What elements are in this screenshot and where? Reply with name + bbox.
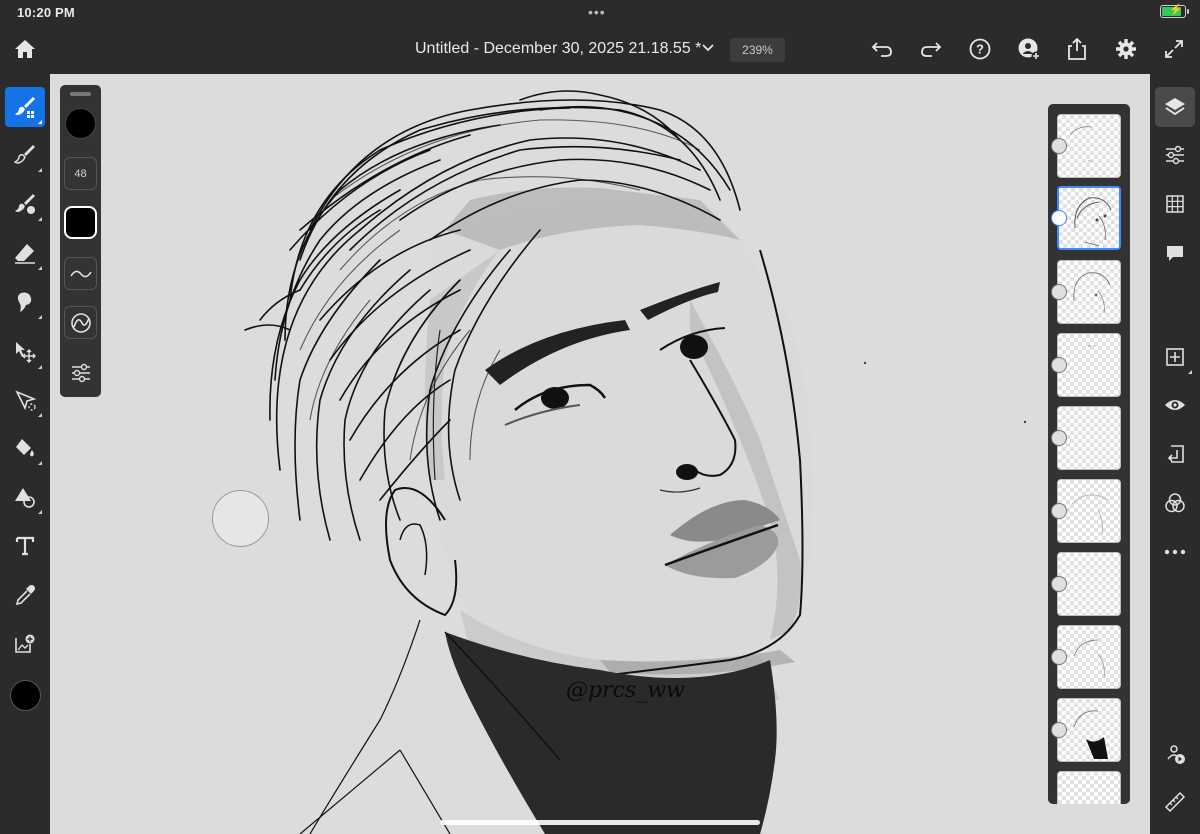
brush-tool[interactable] <box>5 87 45 127</box>
smudge-icon <box>15 194 35 214</box>
fullscreen-icon[interactable] <box>1160 35 1188 63</box>
layer-visibility-toggle[interactable] <box>1051 503 1067 519</box>
home-indicator[interactable] <box>440 820 760 825</box>
eraser-tool[interactable] <box>5 233 45 273</box>
layer-visibility-toggle[interactable] <box>1051 576 1067 592</box>
shape-tool[interactable] <box>5 477 45 517</box>
ruler-icon[interactable] <box>1155 782 1195 822</box>
right-toolbar <box>1150 74 1200 834</box>
svg-text:?: ? <box>976 42 984 57</box>
layer-visibility-toggle[interactable] <box>1051 357 1067 373</box>
paint-brush-tool[interactable] <box>5 135 45 175</box>
pixel-brush-icon <box>15 97 35 118</box>
fill-tool[interactable] <box>5 428 45 468</box>
smudge-tool[interactable] <box>5 184 45 224</box>
eraser-icon <box>15 244 35 264</box>
move-transform-tool[interactable] <box>5 332 45 372</box>
brush-size-value[interactable]: 48 <box>64 157 97 190</box>
import-icon[interactable] <box>1155 434 1195 474</box>
visibility-eye-icon[interactable] <box>1155 385 1195 425</box>
text-t-icon <box>15 536 35 556</box>
document-title[interactable]: Untitled - December 30, 2025 21.18.55 * <box>415 40 701 58</box>
redo-icon[interactable] <box>917 35 945 63</box>
settings-gear-icon[interactable] <box>1112 35 1140 63</box>
invite-icon[interactable] <box>1014 35 1044 63</box>
layer-thumbnail[interactable] <box>1057 771 1121 804</box>
eyedropper-tool[interactable] <box>5 575 45 615</box>
more-icon[interactable] <box>1155 532 1195 572</box>
current-color-swatch[interactable] <box>10 680 41 711</box>
artwork <box>244 90 1027 834</box>
status-bar: 10:20 PM ••• ⚡ <box>0 0 1200 24</box>
comments-icon[interactable] <box>1155 233 1195 273</box>
help-icon[interactable]: ? <box>966 35 994 63</box>
smoothing-curve-icon[interactable] <box>64 257 97 290</box>
layer-visibility-toggle[interactable] <box>1051 284 1067 300</box>
status-time: 10:20 PM <box>17 5 75 20</box>
brush-settings-sliders-icon[interactable] <box>64 356 97 389</box>
layer-visibility-toggle[interactable] <box>1051 649 1067 665</box>
ellipsis-icon[interactable]: ••• <box>588 4 606 20</box>
brush-cursor <box>212 490 269 547</box>
share-icon[interactable] <box>1063 35 1091 63</box>
selection-tool[interactable] <box>5 380 45 420</box>
chevron-down-icon[interactable] <box>698 38 718 58</box>
shapes-icon <box>15 488 35 508</box>
panel-grip-handle[interactable] <box>70 92 91 96</box>
paint-bucket-icon <box>16 439 34 457</box>
canvas-watermark: @prcs_ww <box>566 678 685 703</box>
layer-visibility-toggle[interactable] <box>1051 430 1067 446</box>
move-icon <box>16 342 36 363</box>
place-image-tool[interactable] <box>5 624 45 664</box>
selection-icon <box>15 390 37 411</box>
undo-icon[interactable] <box>868 35 896 63</box>
add-layer-icon[interactable] <box>1155 337 1195 377</box>
fresco-app: 10:20 PM ••• ⚡ Untitled - December 30, 2… <box>0 0 1200 834</box>
adjustments-icon[interactable] <box>1155 135 1195 175</box>
charging-bolt-icon: ⚡ <box>1169 4 1183 16</box>
grid-icon[interactable] <box>1155 184 1195 224</box>
paint-brush-icon <box>13 145 35 164</box>
eyedropper-icon <box>15 585 35 606</box>
layer-visibility-toggle[interactable] <box>1051 722 1067 738</box>
drawing-canvas[interactable] <box>50 74 1150 834</box>
zoom-level[interactable]: 239% <box>730 38 785 62</box>
layers-panel <box>1048 104 1130 804</box>
left-toolbar <box>0 74 50 834</box>
remove-background-icon[interactable] <box>1155 734 1195 774</box>
blend-mode-icon[interactable] <box>1155 483 1195 523</box>
place-image-icon <box>15 634 35 653</box>
top-bar: Untitled - December 30, 2025 21.18.55 * … <box>0 24 1200 74</box>
layers-icon[interactable] <box>1155 87 1195 127</box>
home-icon[interactable] <box>10 34 40 64</box>
brush-color-dot[interactable] <box>65 108 96 139</box>
lasso-tool[interactable] <box>5 282 45 322</box>
liquify-icon <box>17 292 32 312</box>
layer-visibility-toggle[interactable] <box>1051 210 1067 226</box>
layer-visibility-toggle[interactable] <box>1051 138 1067 154</box>
pressure-icon[interactable] <box>64 306 97 339</box>
type-tool[interactable] <box>5 526 45 566</box>
brush-options-panel: 48 <box>60 85 101 397</box>
square-brush-tip-icon[interactable] <box>64 206 97 239</box>
battery-icon: ⚡ <box>1160 4 1189 18</box>
